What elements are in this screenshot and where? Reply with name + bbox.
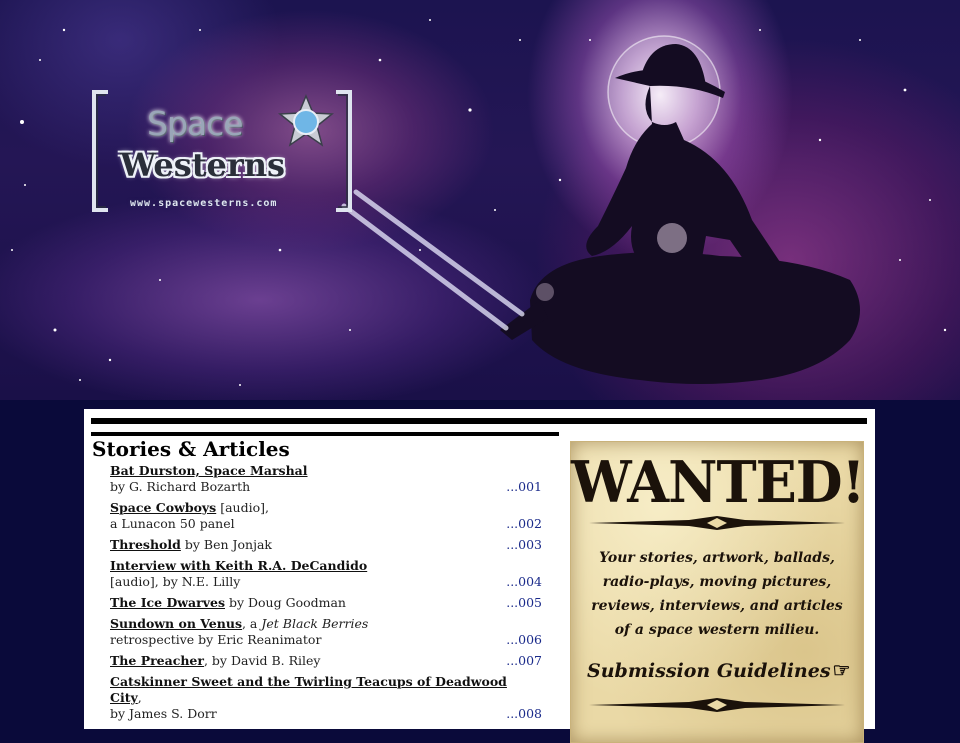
story-link[interactable]: Sundown on Venus xyxy=(110,616,242,631)
story-number-link[interactable]: ...001 xyxy=(506,479,542,495)
list-item: Sundown on Venus, a Jet Black Berries re… xyxy=(110,616,542,648)
ornament-divider-top xyxy=(589,516,845,530)
story-link[interactable]: Bat Durston, Space Marshal xyxy=(110,463,308,478)
list-item: Space Cowboys [audio], a Lunacon 50 pane… xyxy=(110,500,542,532)
story-link[interactable]: The Ice Dwarves xyxy=(110,595,225,610)
story-number-link[interactable]: ...002 xyxy=(506,516,542,532)
section-title: Stories & Articles xyxy=(92,437,290,461)
list-item: Catskinner Sweet and the Twirling Teacup… xyxy=(110,674,542,722)
story-note: , a xyxy=(241,616,262,631)
story-number-link[interactable]: ...006 xyxy=(506,632,542,648)
story-byline: by Ben Jonjak xyxy=(180,537,272,552)
submission-guidelines-link[interactable]: Submission Guidelines ☞ xyxy=(587,658,857,682)
logo-westerns-text: Westerns xyxy=(120,146,285,184)
story-byline: [audio], by N.E. Lilly xyxy=(110,574,241,589)
logo-light-beams xyxy=(341,189,525,331)
top-divider xyxy=(91,418,867,424)
ornament-divider-bottom xyxy=(589,698,845,712)
pointing-hand-icon: ☞ xyxy=(832,658,851,682)
submission-guidelines-label: Submission Guidelines xyxy=(587,660,831,682)
list-item: The Preacher, by David B. Riley ...007 xyxy=(110,653,542,669)
story-link[interactable]: Catskinner Sweet and the Twirling Teacup… xyxy=(110,674,507,705)
story-byline: by Doug Goodman xyxy=(225,595,346,610)
section-divider xyxy=(91,432,559,436)
story-byline: by James S. Dorr xyxy=(110,706,217,721)
story-note: , xyxy=(137,690,142,705)
story-number-link[interactable]: ...003 xyxy=(506,537,542,553)
list-item: Threshold by Ben Jonjak ...003 xyxy=(110,537,542,553)
story-link[interactable]: Threshold xyxy=(110,537,181,552)
content-panel: Stories & Articles Bat Durston, Space Ma… xyxy=(84,409,875,743)
story-number-link[interactable]: ...007 xyxy=(506,653,542,669)
wanted-heading: WANTED! xyxy=(571,448,865,516)
story-link[interactable]: Space Cowboys xyxy=(110,500,216,515)
poster-body: Your stories, artwork, ballads, radio-pl… xyxy=(591,550,843,638)
stories-list: Bat Durston, Space Marshal by G. Richard… xyxy=(110,463,542,727)
logo-url: www.spacewesterns.com xyxy=(130,198,278,209)
list-item: Interview with Keith R.A. DeCandido [aud… xyxy=(110,558,542,590)
list-item: The Ice Dwarves by Doug Goodman ...005 xyxy=(110,595,542,611)
story-byline: retrospective by Eric Reanimator xyxy=(110,632,322,647)
story-link[interactable]: The Preacher xyxy=(110,653,204,668)
story-note: [audio], xyxy=(216,500,269,515)
sheriff-star-icon xyxy=(277,94,335,147)
story-link[interactable]: Interview with Keith R.A. DeCandido xyxy=(110,558,367,573)
story-byline: by G. Richard Bozarth xyxy=(110,479,251,494)
story-byline: , by David B. Riley xyxy=(203,653,321,668)
logo-space-text: Space xyxy=(147,104,244,143)
list-item: Bat Durston, Space Marshal by G. Richard… xyxy=(110,463,542,495)
story-byline: a Lunacon 50 panel xyxy=(110,516,235,531)
story-number-link[interactable]: ...004 xyxy=(506,574,542,590)
story-number-link[interactable]: ...005 xyxy=(506,595,542,611)
wanted-poster: WANTED! Your stories, artwork, ballads, … xyxy=(570,441,865,743)
story-italic-title: Jet Black Berries xyxy=(261,616,369,631)
header-banner: Space Westerns www.spacewesterns.com xyxy=(0,0,960,400)
